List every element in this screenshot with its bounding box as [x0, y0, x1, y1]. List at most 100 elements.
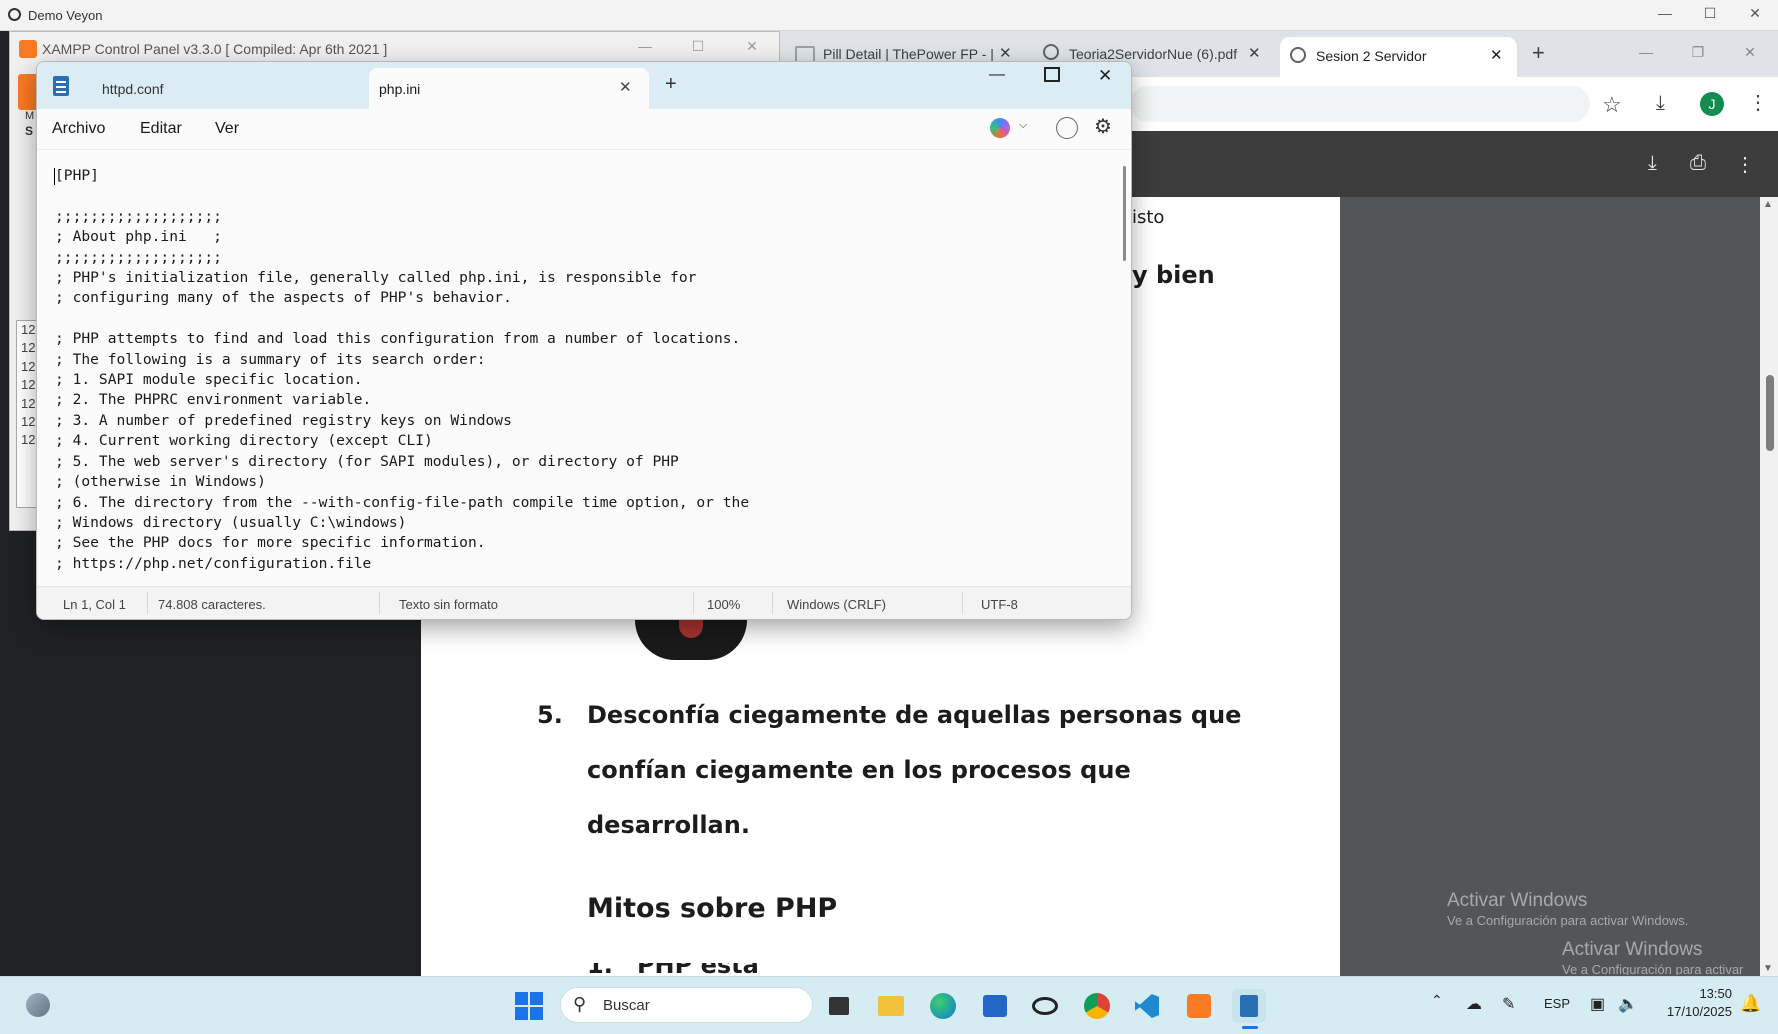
notification-bell-icon[interactable]: 🔔	[1740, 994, 1761, 1014]
pdf-item-line: desarrollan.	[587, 811, 750, 839]
pdf-partial-heading: y bien	[1132, 261, 1215, 289]
status-line-ending[interactable]: Windows (CRLF)	[787, 597, 886, 612]
widgets-icon[interactable]	[26, 993, 50, 1017]
pdf-cut-line: 1. “PHP está muerto”	[587, 963, 847, 976]
pdf-download-icon[interactable]: ⤓	[1648, 152, 1657, 175]
browser-close-button[interactable]: ✕	[1730, 44, 1770, 61]
tab-label: Pill Detail | ThePower FP - |	[823, 46, 994, 62]
status-position: Ln 1, Col 1	[63, 597, 126, 612]
notepad-taskbar-icon[interactable]	[1232, 989, 1266, 1023]
menu-archivo[interactable]: Archivo	[52, 120, 105, 138]
xampp-maximize-button[interactable]: ☐	[678, 38, 718, 55]
store-icon[interactable]	[978, 989, 1012, 1023]
address-bar[interactable]	[1130, 86, 1590, 122]
xampp-log-panel: 12 12 12 12 12 12 12	[16, 320, 38, 508]
veyon-minimize-button[interactable]: —	[1645, 5, 1685, 21]
language-indicator[interactable]: ESP	[1544, 996, 1570, 1011]
onedrive-icon[interactable]: ☁	[1466, 994, 1482, 1014]
chrome-icon[interactable]	[1080, 989, 1114, 1023]
pdf-more-icon[interactable]: ⋮	[1735, 152, 1755, 177]
notepad-minimize-button[interactable]: —	[989, 66, 1005, 84]
veyon-window-title: Demo Veyon	[28, 8, 103, 23]
xampp-taskbar-icon[interactable]	[1182, 989, 1216, 1023]
veyon-icon[interactable]	[1028, 989, 1062, 1023]
new-tab-button[interactable]: +	[1532, 40, 1545, 66]
taskbar-search[interactable]: ⚲ Buscar	[560, 987, 813, 1023]
xampp-minimize-button[interactable]: —	[625, 38, 665, 54]
pdf-item-number: 5.	[537, 701, 563, 729]
pdf-print-icon[interactable]: ⎙	[1690, 152, 1706, 175]
tab-close-icon[interactable]: ✕	[619, 78, 632, 96]
show-hidden-icons-chevron-icon[interactable]: ⌃	[1431, 992, 1443, 1009]
settings-gear-icon[interactable]: ⚙	[1094, 114, 1112, 139]
notepad-window: httpd.conf php.ini ✕ + — ✕ Archivo Edita…	[36, 61, 1132, 620]
tab-close-icon[interactable]: ✕	[1248, 44, 1261, 62]
chevron-down-icon[interactable]: ⌵	[1019, 119, 1027, 132]
notepad-tab-php-ini[interactable]: php.ini ✕	[369, 68, 649, 109]
profile-avatar[interactable]: J	[1700, 92, 1724, 116]
task-view-icon[interactable]	[822, 989, 856, 1023]
activation-watermark-sub: Ve a Configuración para activar Windows.	[1447, 913, 1689, 928]
veyon-close-button[interactable]: ✕	[1735, 5, 1775, 22]
clock-time[interactable]: 13:50	[1692, 986, 1732, 1001]
veyon-title-bar	[0, 0, 1778, 31]
status-char-count: 74.808 caracteres.	[158, 597, 266, 612]
clock-date[interactable]: 17/10/2025	[1652, 1004, 1732, 1019]
activation-watermark-clip: Ve a Configuración para activar	[1562, 962, 1772, 975]
tab-label: php.ini	[379, 81, 421, 97]
pen-icon[interactable]: ✎	[1502, 994, 1515, 1014]
vscode-icon[interactable]	[1130, 989, 1164, 1023]
status-divider	[693, 592, 694, 614]
status-encoding[interactable]: UTF-8	[981, 597, 1018, 612]
tab-close-icon[interactable]: ✕	[999, 44, 1012, 62]
scroll-down-icon[interactable]: ▼	[1763, 963, 1773, 974]
log-line: 12	[21, 377, 36, 393]
bookmark-star-icon[interactable]: ☆	[1602, 92, 1622, 118]
xampp-close-button[interactable]: ✕	[732, 38, 772, 55]
status-divider	[962, 592, 963, 614]
copilot-icon[interactable]	[990, 118, 1010, 138]
log-line: 12	[21, 358, 36, 374]
text-caret	[54, 168, 55, 185]
log-line: 12	[21, 432, 36, 448]
start-windows-icon[interactable]	[512, 989, 546, 1023]
status-divider	[379, 592, 380, 614]
xampp-label: M	[25, 110, 35, 122]
network-icon[interactable]: ▣	[1590, 994, 1605, 1014]
tab-label: httpd.conf	[102, 81, 164, 97]
veyon-maximize-button[interactable]: ☐	[1690, 5, 1730, 22]
status-format: Texto sin formato	[399, 597, 498, 612]
menu-editar[interactable]: Editar	[140, 120, 182, 138]
pdf-scroll-thumb[interactable]	[1766, 375, 1774, 451]
activation-watermark-sub: Ve a Configuración para activar	[1562, 962, 1744, 975]
globe-icon	[1290, 47, 1306, 63]
browser-menu-icon[interactable]: ⋮	[1748, 90, 1768, 115]
downloads-icon[interactable]: ⤓	[1656, 92, 1665, 115]
status-zoom[interactable]: 100%	[707, 597, 740, 612]
status-divider	[772, 592, 773, 614]
volume-icon[interactable]: 🔈	[1618, 994, 1638, 1014]
notepad-maximize-button[interactable]	[1044, 67, 1060, 82]
edge-icon[interactable]	[926, 989, 960, 1023]
menu-ver[interactable]: Ver	[215, 120, 239, 138]
tab-close-icon[interactable]: ✕	[1490, 46, 1503, 64]
status-divider	[147, 592, 148, 614]
notepad-editor[interactable]: [PHP] ;;;;;;;;;;;;;;;;;;; ; About php.in…	[37, 149, 1131, 587]
veyon-logo-icon	[8, 8, 21, 21]
log-line: 12	[21, 340, 36, 356]
pdf-scrollbar[interactable]	[1760, 197, 1778, 976]
browser-restore-button[interactable]: ❐	[1678, 44, 1718, 61]
notepad-app-icon	[53, 76, 69, 96]
scroll-up-icon[interactable]: ▲	[1763, 199, 1773, 210]
account-icon[interactable]	[1056, 117, 1078, 139]
file-explorer-icon[interactable]	[874, 989, 908, 1023]
notepad-close-button[interactable]: ✕	[1098, 66, 1112, 86]
browser-tab-sesion-2[interactable]: Sesion 2 Servidor ✕	[1280, 37, 1517, 77]
editor-text[interactable]: [PHP] ;;;;;;;;;;;;;;;;;;; ; About php.in…	[55, 166, 749, 574]
browser-minimize-button[interactable]: —	[1626, 44, 1666, 60]
editor-scrollbar-thumb[interactable]	[1123, 166, 1126, 261]
pdf-cut-line-clip: 1. “PHP está muerto”	[587, 963, 847, 976]
tab-label: Sesion 2 Servidor	[1316, 48, 1427, 64]
notepad-tab-httpd[interactable]: httpd.conf	[85, 70, 405, 109]
new-tab-button[interactable]: +	[665, 73, 677, 96]
